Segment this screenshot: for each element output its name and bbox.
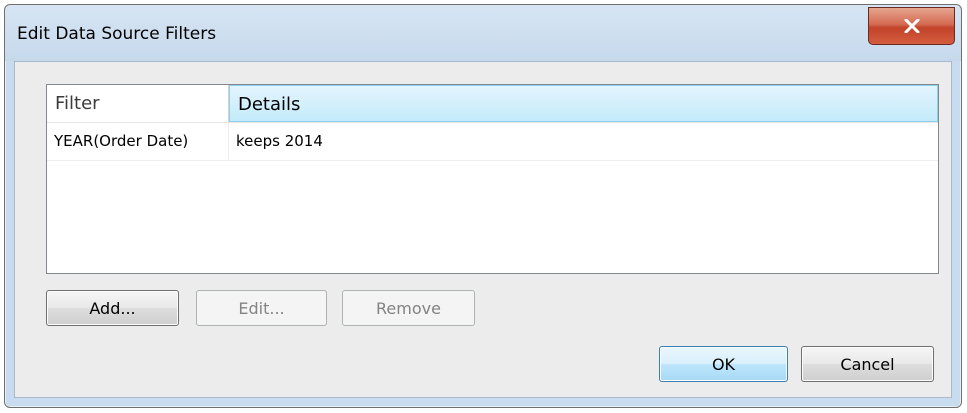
- close-button[interactable]: [868, 7, 955, 45]
- dialog-content: Filter Details YEAR(Order Date) keeps 20…: [14, 61, 952, 398]
- remove-button[interactable]: Remove: [342, 290, 475, 326]
- details-cell: keeps 2014: [236, 132, 323, 150]
- close-icon: [904, 19, 920, 33]
- column-header-filter[interactable]: Filter: [47, 85, 229, 122]
- edit-data-source-filters-dialog: Edit Data Source Filters Filter Details …: [4, 4, 962, 408]
- list-header: Filter Details: [47, 85, 938, 123]
- title-bar[interactable]: Edit Data Source Filters: [5, 5, 961, 61]
- column-header-details[interactable]: Details: [229, 85, 938, 122]
- ok-button[interactable]: OK: [659, 346, 788, 382]
- edit-button[interactable]: Edit...: [196, 290, 327, 326]
- filter-cell: YEAR(Order Date): [47, 123, 229, 160]
- list-row[interactable]: YEAR(Order Date) keeps 2014: [47, 123, 938, 161]
- dialog-title: Edit Data Source Filters: [17, 24, 217, 44]
- cancel-button[interactable]: Cancel: [801, 346, 934, 382]
- add-button[interactable]: Add...: [46, 290, 179, 326]
- filters-list[interactable]: Filter Details YEAR(Order Date) keeps 20…: [46, 84, 939, 274]
